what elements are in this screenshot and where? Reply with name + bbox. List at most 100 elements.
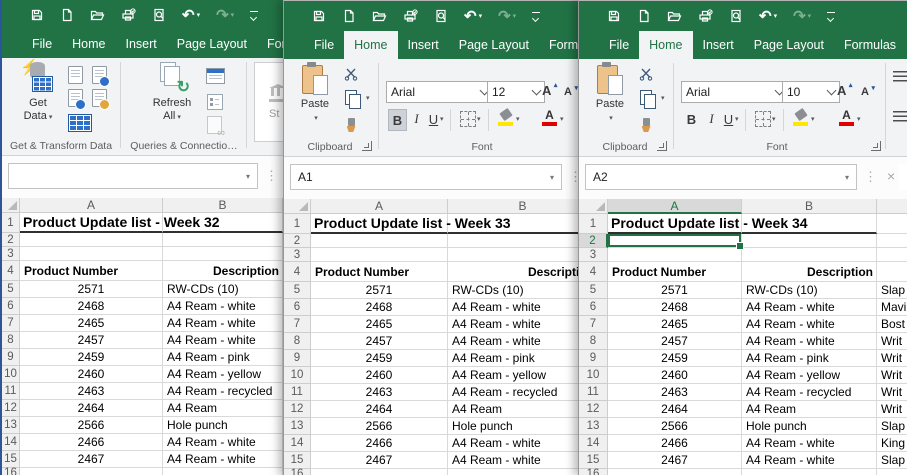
undo-icon[interactable]: ↶▾ xyxy=(182,8,200,23)
fill-color-dropdown-icon[interactable]: ▾ xyxy=(811,115,815,123)
cell-B4[interactable]: Description xyxy=(163,261,283,281)
undo-icon[interactable]: ↶▾ xyxy=(759,9,777,24)
cell-B16[interactable] xyxy=(163,468,283,475)
cell-B9[interactable]: A4 Ream - pink xyxy=(163,349,283,366)
cell-C9[interactable]: Writ xyxy=(877,350,907,367)
format-painter-button[interactable] xyxy=(342,113,360,131)
tab-formulas[interactable]: Formulas xyxy=(834,31,906,59)
customize-qat-icon[interactable] xyxy=(250,14,258,16)
tab-home[interactable]: Home xyxy=(639,31,692,59)
cell-C15[interactable]: Slap xyxy=(877,452,907,469)
copy-dropdown-icon[interactable]: ▾ xyxy=(366,94,370,102)
increase-font-size-button[interactable]: A▴ xyxy=(542,83,551,98)
tab-page-layout[interactable]: Page Layout xyxy=(167,30,257,58)
row-header-10[interactable]: 10 xyxy=(2,366,20,383)
cell-A10[interactable]: 2460 xyxy=(311,367,448,384)
cell-A11[interactable]: 2463 xyxy=(20,383,163,400)
row-header-8[interactable]: 8 xyxy=(2,332,20,349)
increase-font-size-button[interactable]: A▴ xyxy=(837,83,846,98)
cell-B9[interactable]: A4 Ream - pink xyxy=(448,350,579,367)
new-file-icon[interactable] xyxy=(342,9,356,23)
cell-B4[interactable]: Description xyxy=(742,262,877,282)
quick-print-icon[interactable] xyxy=(403,9,418,23)
cell-A1[interactable]: Product Update list - Week 33 xyxy=(311,214,448,234)
column-header-a[interactable]: A xyxy=(311,199,448,214)
cell-A16[interactable] xyxy=(608,469,742,475)
select-all-button[interactable] xyxy=(284,199,311,214)
row-header-9[interactable]: 9 xyxy=(284,350,311,367)
cell-B8[interactable]: A4 Ream - white xyxy=(163,332,283,349)
row-header-1[interactable]: 1 xyxy=(284,214,311,234)
new-file-icon[interactable] xyxy=(60,8,74,22)
italic-button[interactable]: I xyxy=(703,109,720,129)
cell-B5[interactable]: RW-CDs (10) xyxy=(163,281,283,298)
row-header-9[interactable]: 9 xyxy=(2,349,20,366)
cell-B9[interactable]: A4 Ream - pink xyxy=(742,350,877,367)
cell-B15[interactable]: A4 Ream - white xyxy=(163,451,283,468)
cell-B15[interactable]: A4 Ream - white xyxy=(742,452,877,469)
open-icon[interactable] xyxy=(372,9,387,23)
row-header-12[interactable]: 12 xyxy=(579,401,608,418)
row-header-13[interactable]: 13 xyxy=(2,417,20,434)
underline-dropdown-icon[interactable]: ▾ xyxy=(440,115,444,123)
format-painter-button[interactable] xyxy=(637,113,655,131)
cell-A5[interactable]: 2571 xyxy=(311,282,448,299)
cell-C13[interactable]: Slap xyxy=(877,418,907,435)
fill-color-button[interactable] xyxy=(498,109,514,126)
name-box[interactable]: A2 ▾ xyxy=(585,164,857,190)
properties-icon[interactable] xyxy=(207,94,223,110)
font-dialog-launcher[interactable] xyxy=(871,141,881,151)
cell-B16[interactable] xyxy=(448,469,579,475)
row-header-4[interactable]: 4 xyxy=(579,262,608,282)
quick-print-icon[interactable] xyxy=(698,9,713,23)
row-header-4[interactable]: 4 xyxy=(284,262,311,282)
cell-A16[interactable] xyxy=(311,469,448,475)
row-header-1[interactable]: 1 xyxy=(579,214,608,234)
column-header-b[interactable]: B xyxy=(163,198,283,213)
cell-B7[interactable]: A4 Ream - white xyxy=(448,316,579,333)
font-name-select[interactable]: Arial xyxy=(681,81,788,103)
row-header-7[interactable]: 7 xyxy=(579,316,608,333)
column-header-a[interactable]: A xyxy=(20,198,163,213)
cell-A5[interactable]: 2571 xyxy=(608,282,742,299)
cell-B14[interactable]: A4 Ream - white xyxy=(448,435,579,452)
cell-A9[interactable]: 2459 xyxy=(608,350,742,367)
row-header-14[interactable]: 14 xyxy=(579,435,608,452)
paste-button[interactable]: Paste ▾ xyxy=(587,63,633,125)
cell-B5[interactable]: RW-CDs (10) xyxy=(448,282,579,299)
from-text-csv-icon[interactable] xyxy=(68,66,83,84)
cell-A9[interactable]: 2459 xyxy=(311,350,448,367)
cell-A12[interactable]: 2464 xyxy=(20,400,163,417)
borders-dropdown-icon[interactable]: ▾ xyxy=(772,115,776,123)
row-header-7[interactable]: 7 xyxy=(2,315,20,332)
cell-A13[interactable]: 2566 xyxy=(608,418,742,435)
refresh-all-button[interactable]: ↻ Refresh All▾ xyxy=(144,62,200,124)
cell-A2[interactable] xyxy=(311,234,448,248)
cell-B12[interactable]: A4 Ream xyxy=(448,401,579,418)
row-header-11[interactable]: 11 xyxy=(284,384,311,401)
row-header-3[interactable]: 3 xyxy=(579,248,608,262)
underline-dropdown-icon[interactable]: ▾ xyxy=(735,115,739,123)
cell-A10[interactable]: 2460 xyxy=(608,367,742,384)
copy-dropdown-icon[interactable]: ▾ xyxy=(661,94,665,102)
cell-B10[interactable]: A4 Ream - yellow xyxy=(742,367,877,384)
align-text-icon[interactable] xyxy=(893,111,907,122)
cell-A4[interactable]: Product Number xyxy=(20,261,163,281)
cell-C11[interactable]: Writ xyxy=(877,384,907,401)
font-size-select[interactable]: 10 xyxy=(782,81,840,103)
copy-button[interactable] xyxy=(637,88,655,106)
column-header-b[interactable]: B xyxy=(448,199,579,214)
recent-sources-icon[interactable] xyxy=(92,66,107,84)
row-header-6[interactable]: 6 xyxy=(579,299,608,316)
paste-button[interactable]: Paste ▾ xyxy=(292,63,338,125)
cell-C16[interactable] xyxy=(877,469,907,475)
cell-B6[interactable]: A4 Ream - white xyxy=(448,299,579,316)
row-header-8[interactable]: 8 xyxy=(579,333,608,350)
row-header-1[interactable]: 1 xyxy=(2,213,20,233)
cell-A4[interactable]: Product Number xyxy=(311,262,448,282)
row-header-16[interactable]: 16 xyxy=(284,469,311,475)
cell-A14[interactable]: 2466 xyxy=(311,435,448,452)
row-header-7[interactable]: 7 xyxy=(284,316,311,333)
font-color-button[interactable]: A xyxy=(839,109,854,126)
cell-A15[interactable]: 2467 xyxy=(311,452,448,469)
